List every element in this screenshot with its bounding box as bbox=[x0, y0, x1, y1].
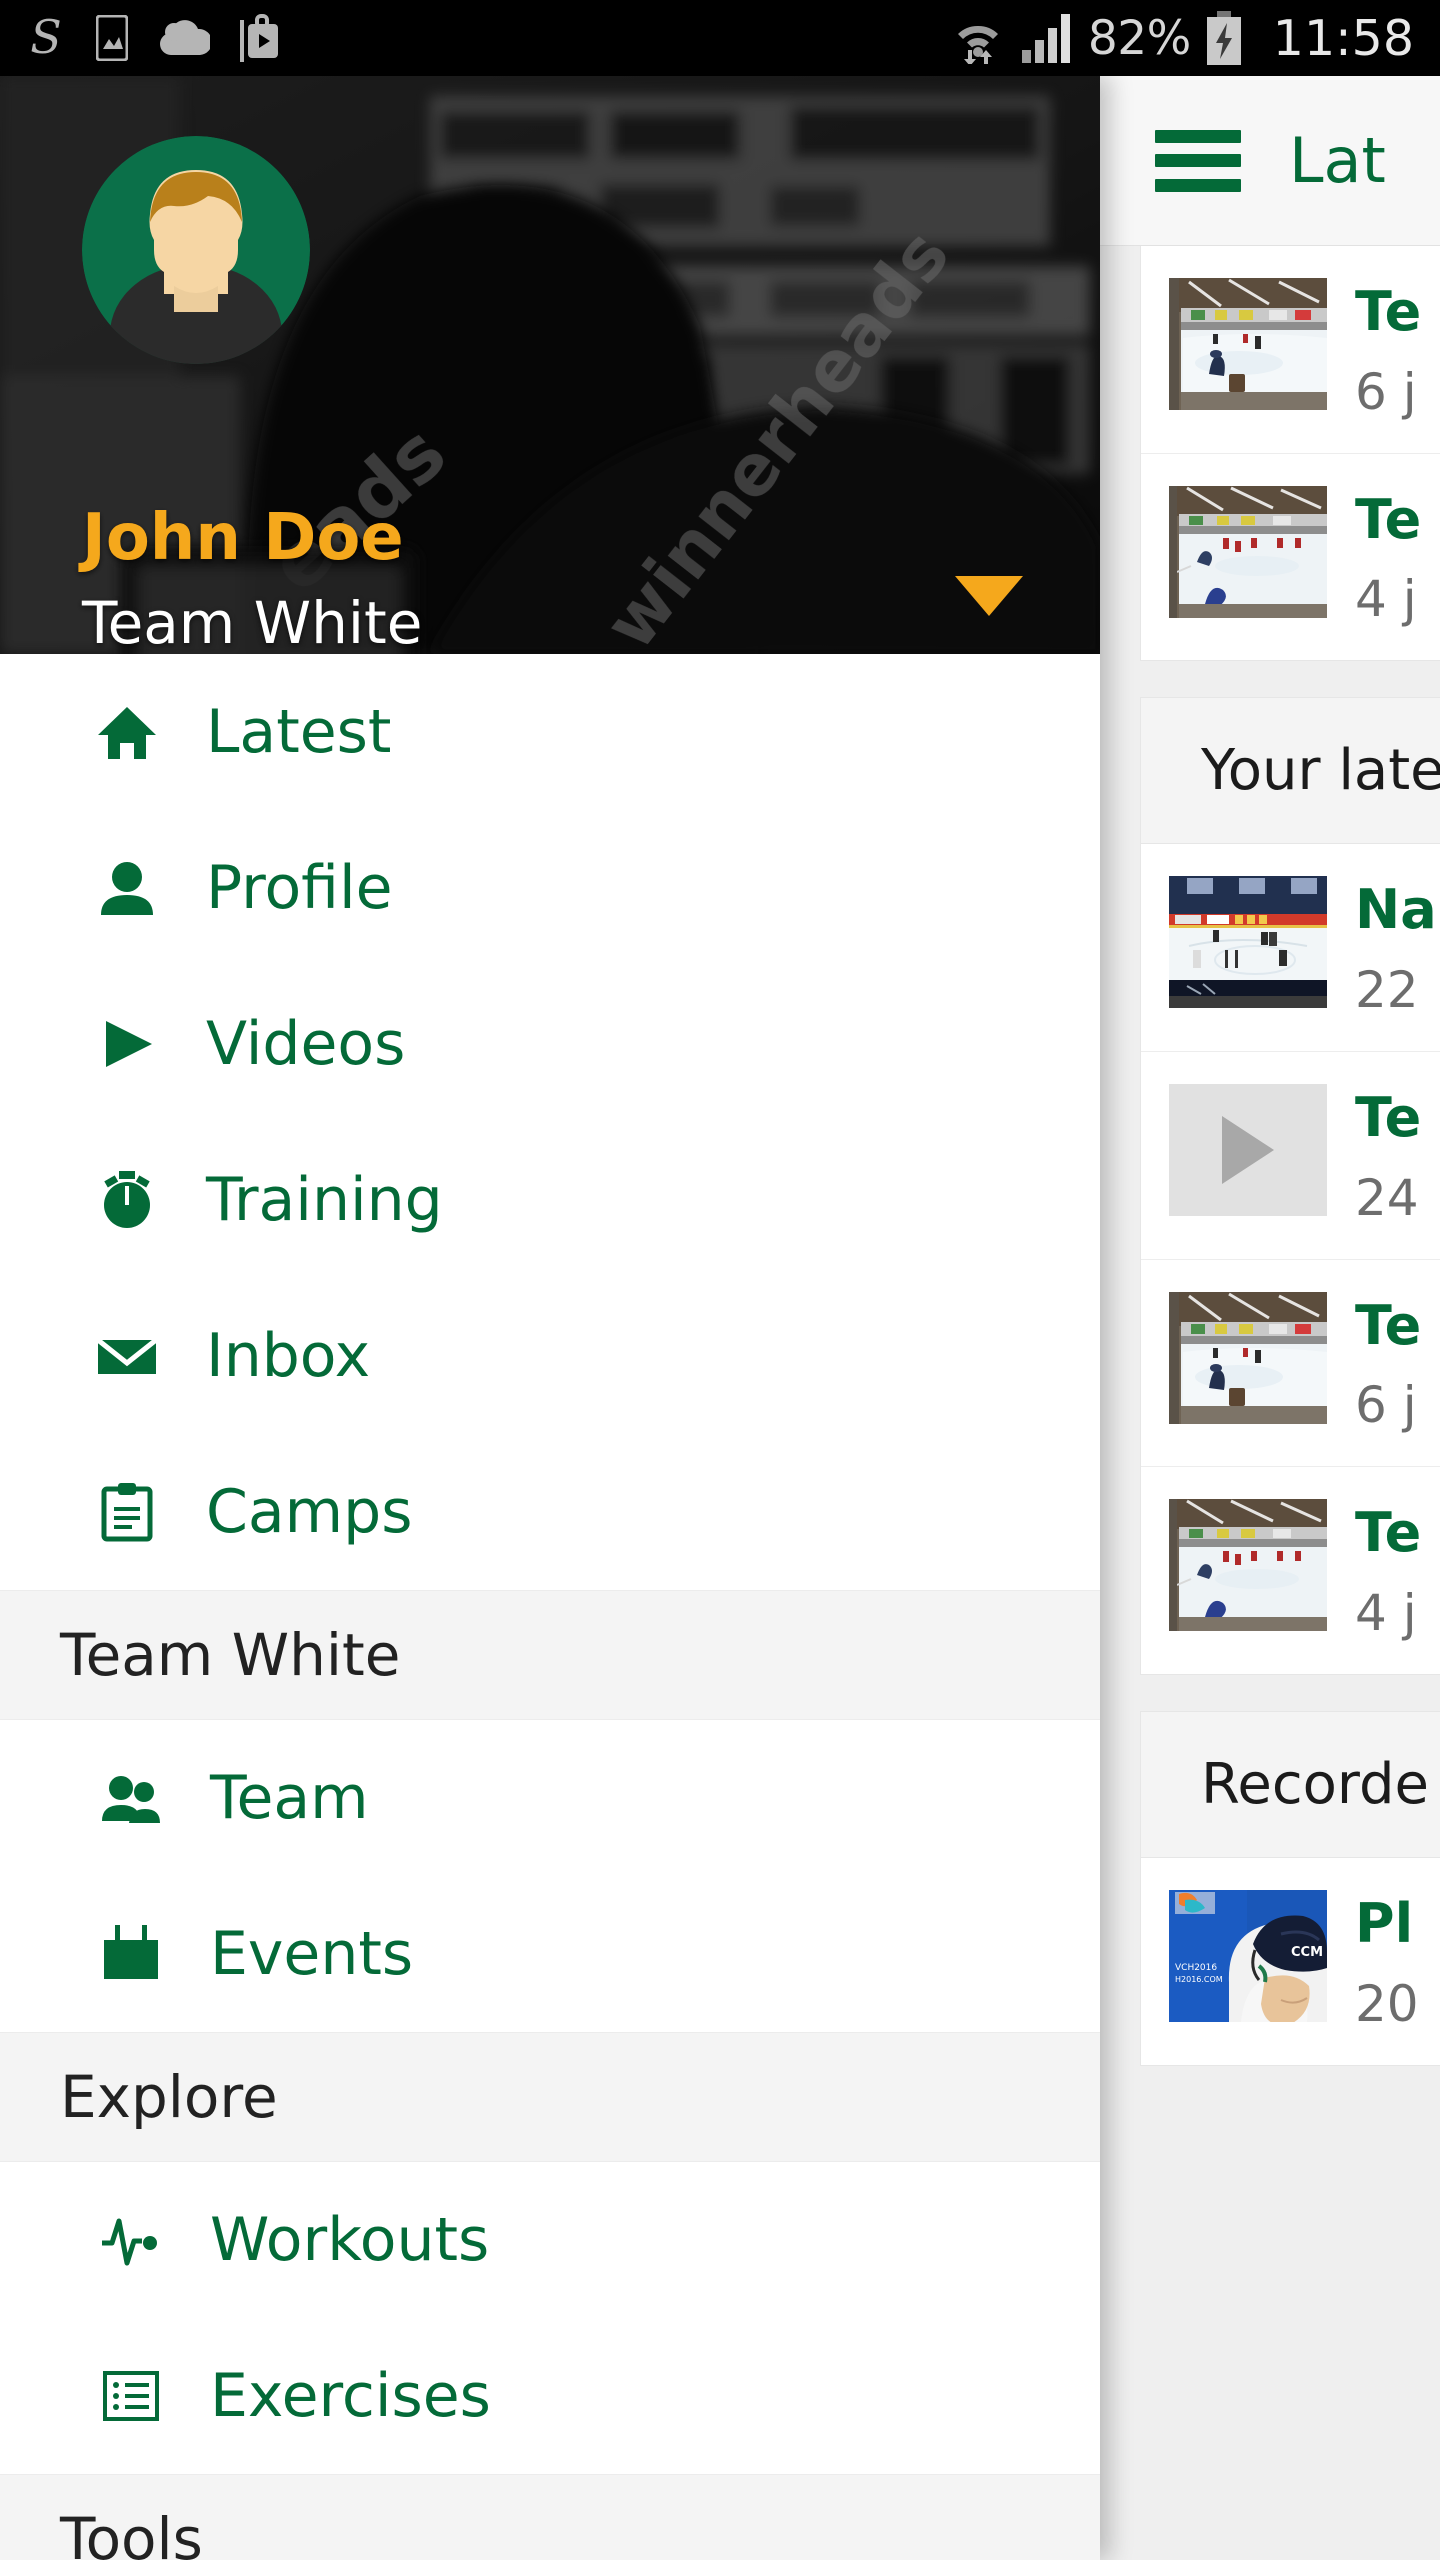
ice-rink-photo-b bbox=[1169, 1499, 1327, 1632]
ice-rink-photo-a bbox=[1169, 1291, 1327, 1424]
profile-name: John Doe bbox=[82, 501, 404, 575]
battery-charging-icon bbox=[1206, 11, 1241, 65]
feed-block: Your late Na 22 Te 24 Te 6 j Te 4 j bbox=[1140, 697, 1440, 1676]
sidebar-item-label: Camps bbox=[206, 1477, 413, 1547]
sidebar-item-exercises[interactable]: Exercises bbox=[0, 2318, 1100, 2474]
item-date: 6 j bbox=[1355, 362, 1417, 421]
item-date: 20 bbox=[1355, 1974, 1419, 2033]
ice-rink-photo-a bbox=[1169, 278, 1327, 410]
stopwatch-icon bbox=[96, 1169, 178, 1231]
sidebar-item-label: Events bbox=[210, 1919, 414, 1989]
sidebar-item-profile[interactable]: Profile bbox=[0, 810, 1100, 966]
hamburger-menu-icon[interactable] bbox=[1155, 129, 1241, 192]
status-bar-right-icons: 82% 11:58 bbox=[950, 11, 1414, 65]
sidebar-item-latest[interactable]: Latest bbox=[0, 654, 1100, 810]
item-title: Te bbox=[1355, 280, 1422, 343]
list-icon bbox=[100, 2365, 182, 2427]
clipboard-icon bbox=[96, 1481, 178, 1543]
feed-block: Te 6 j Te 4 j bbox=[1140, 246, 1440, 662]
hockey-player-photo: VCH2016 H2016.COM CCM bbox=[1169, 1890, 1327, 2023]
person-icon bbox=[96, 857, 178, 919]
svg-text:S: S bbox=[30, 15, 62, 61]
sidebar-item-label: Inbox bbox=[206, 1321, 371, 1391]
play-icon bbox=[1222, 1116, 1274, 1185]
section-header: Your late bbox=[1141, 698, 1440, 845]
sidebar-item-training[interactable]: Training bbox=[0, 1122, 1100, 1278]
list-item[interactable]: Te 24 bbox=[1141, 1052, 1440, 1260]
item-title: Pl bbox=[1355, 1892, 1414, 1956]
item-title: Na bbox=[1355, 878, 1437, 942]
sidebar-item-team[interactable]: Team bbox=[0, 1720, 1100, 1876]
caret-down-icon[interactable] bbox=[955, 576, 1023, 616]
page-title: Lat bbox=[1289, 124, 1386, 197]
list-item[interactable]: Te 6 j bbox=[1141, 246, 1440, 454]
drawer-header[interactable]: eads winnerheads John Doe Team White bbox=[0, 76, 1100, 654]
list-item[interactable]: Te 4 j bbox=[1141, 454, 1440, 661]
calendar-icon bbox=[100, 1923, 182, 1985]
status-bar-left-icons: S bbox=[26, 14, 280, 62]
sidebar-item-videos[interactable]: Videos bbox=[0, 966, 1100, 1122]
screenshot-icon bbox=[96, 15, 128, 61]
profile-team: Team White bbox=[82, 589, 423, 654]
skype-icon: S bbox=[30, 15, 62, 61]
sidebar-section-label: Explore bbox=[60, 2063, 278, 2131]
svg-text:VCH2016: VCH2016 bbox=[1175, 1963, 1217, 1973]
video-app-icon bbox=[240, 14, 278, 62]
svg-text:H2016.COM: H2016.COM bbox=[1175, 1975, 1223, 1984]
signal-icon bbox=[1021, 14, 1070, 63]
ice-rink-photo-b bbox=[1169, 485, 1327, 618]
battery-percentage: 82% bbox=[1087, 10, 1191, 66]
item-date: 24 bbox=[1355, 1168, 1419, 1227]
sidebar-item-label: Profile bbox=[206, 853, 393, 923]
pulse-icon bbox=[100, 2209, 182, 2271]
sidebar-item-workouts[interactable]: Workouts bbox=[0, 2162, 1100, 2318]
sidebar-section-tools: Tools bbox=[0, 2474, 1100, 2560]
sidebar-item-events[interactable]: Events bbox=[0, 1876, 1100, 2032]
clock: 11:58 bbox=[1272, 9, 1414, 67]
list-item[interactable]: Te 4 j bbox=[1141, 1467, 1440, 1674]
video-placeholder bbox=[1169, 1084, 1327, 1217]
sidebar-section-label: Tools bbox=[60, 2505, 203, 2560]
wifi-icon bbox=[957, 25, 998, 64]
sidebar-item-label: Workouts bbox=[210, 2205, 490, 2275]
sidebar-item-inbox[interactable]: Inbox bbox=[0, 1278, 1100, 1434]
home-icon bbox=[96, 701, 178, 763]
arena-photo bbox=[1169, 876, 1327, 1009]
sidebar-item-label: Team bbox=[210, 1763, 369, 1833]
cloud-sync-icon bbox=[160, 20, 210, 55]
item-date: 6 j bbox=[1355, 1376, 1417, 1435]
navigation-drawer: eads winnerheads John Doe Team White Lat… bbox=[0, 76, 1100, 2560]
item-date: 4 j bbox=[1355, 570, 1417, 629]
sidebar-item-camps[interactable]: Camps bbox=[0, 1434, 1100, 1590]
app-screen: S 82% 11:58 Lat Te 6 j Te 4 j Your late … bbox=[0, 0, 1440, 2560]
list-item[interactable]: Na 22 bbox=[1141, 844, 1440, 1053]
envelope-icon bbox=[96, 1325, 178, 1387]
sidebar-item-label: Training bbox=[206, 1165, 443, 1235]
item-date: 22 bbox=[1355, 961, 1419, 1020]
sidebar-section-team-white: Team White bbox=[0, 1590, 1100, 1720]
sidebar-item-label: Videos bbox=[206, 1009, 406, 1079]
play-icon bbox=[96, 1013, 178, 1075]
drawer-menu: Latest Profile Videos Training Inbox Cam… bbox=[0, 654, 1100, 2560]
item-title: Te bbox=[1355, 1293, 1422, 1357]
list-item[interactable]: VCH2016 H2016.COM CCM Pl 20 bbox=[1141, 1858, 1440, 2065]
item-date: 4 j bbox=[1355, 1584, 1417, 1643]
item-title: Te bbox=[1355, 1086, 1422, 1150]
item-title: Te bbox=[1355, 487, 1422, 551]
people-icon bbox=[100, 1767, 182, 1829]
avatar[interactable] bbox=[82, 136, 310, 364]
feed-block: Recorde VCH2016 H2016.COM CCM Pl 20 bbox=[1140, 1711, 1440, 2066]
sidebar-item-label: Latest bbox=[206, 697, 392, 767]
sidebar-item-label: Exercises bbox=[210, 2361, 491, 2431]
sidebar-section-explore: Explore bbox=[0, 2032, 1100, 2162]
section-header: Recorde bbox=[1141, 1712, 1440, 1859]
sidebar-section-label: Team White bbox=[60, 1621, 401, 1689]
list-item[interactable]: Te 6 j bbox=[1141, 1260, 1440, 1468]
item-title: Te bbox=[1355, 1501, 1422, 1565]
svg-text:CCM: CCM bbox=[1291, 1945, 1323, 1960]
status-bar: S 82% 11:58 bbox=[0, 0, 1440, 76]
